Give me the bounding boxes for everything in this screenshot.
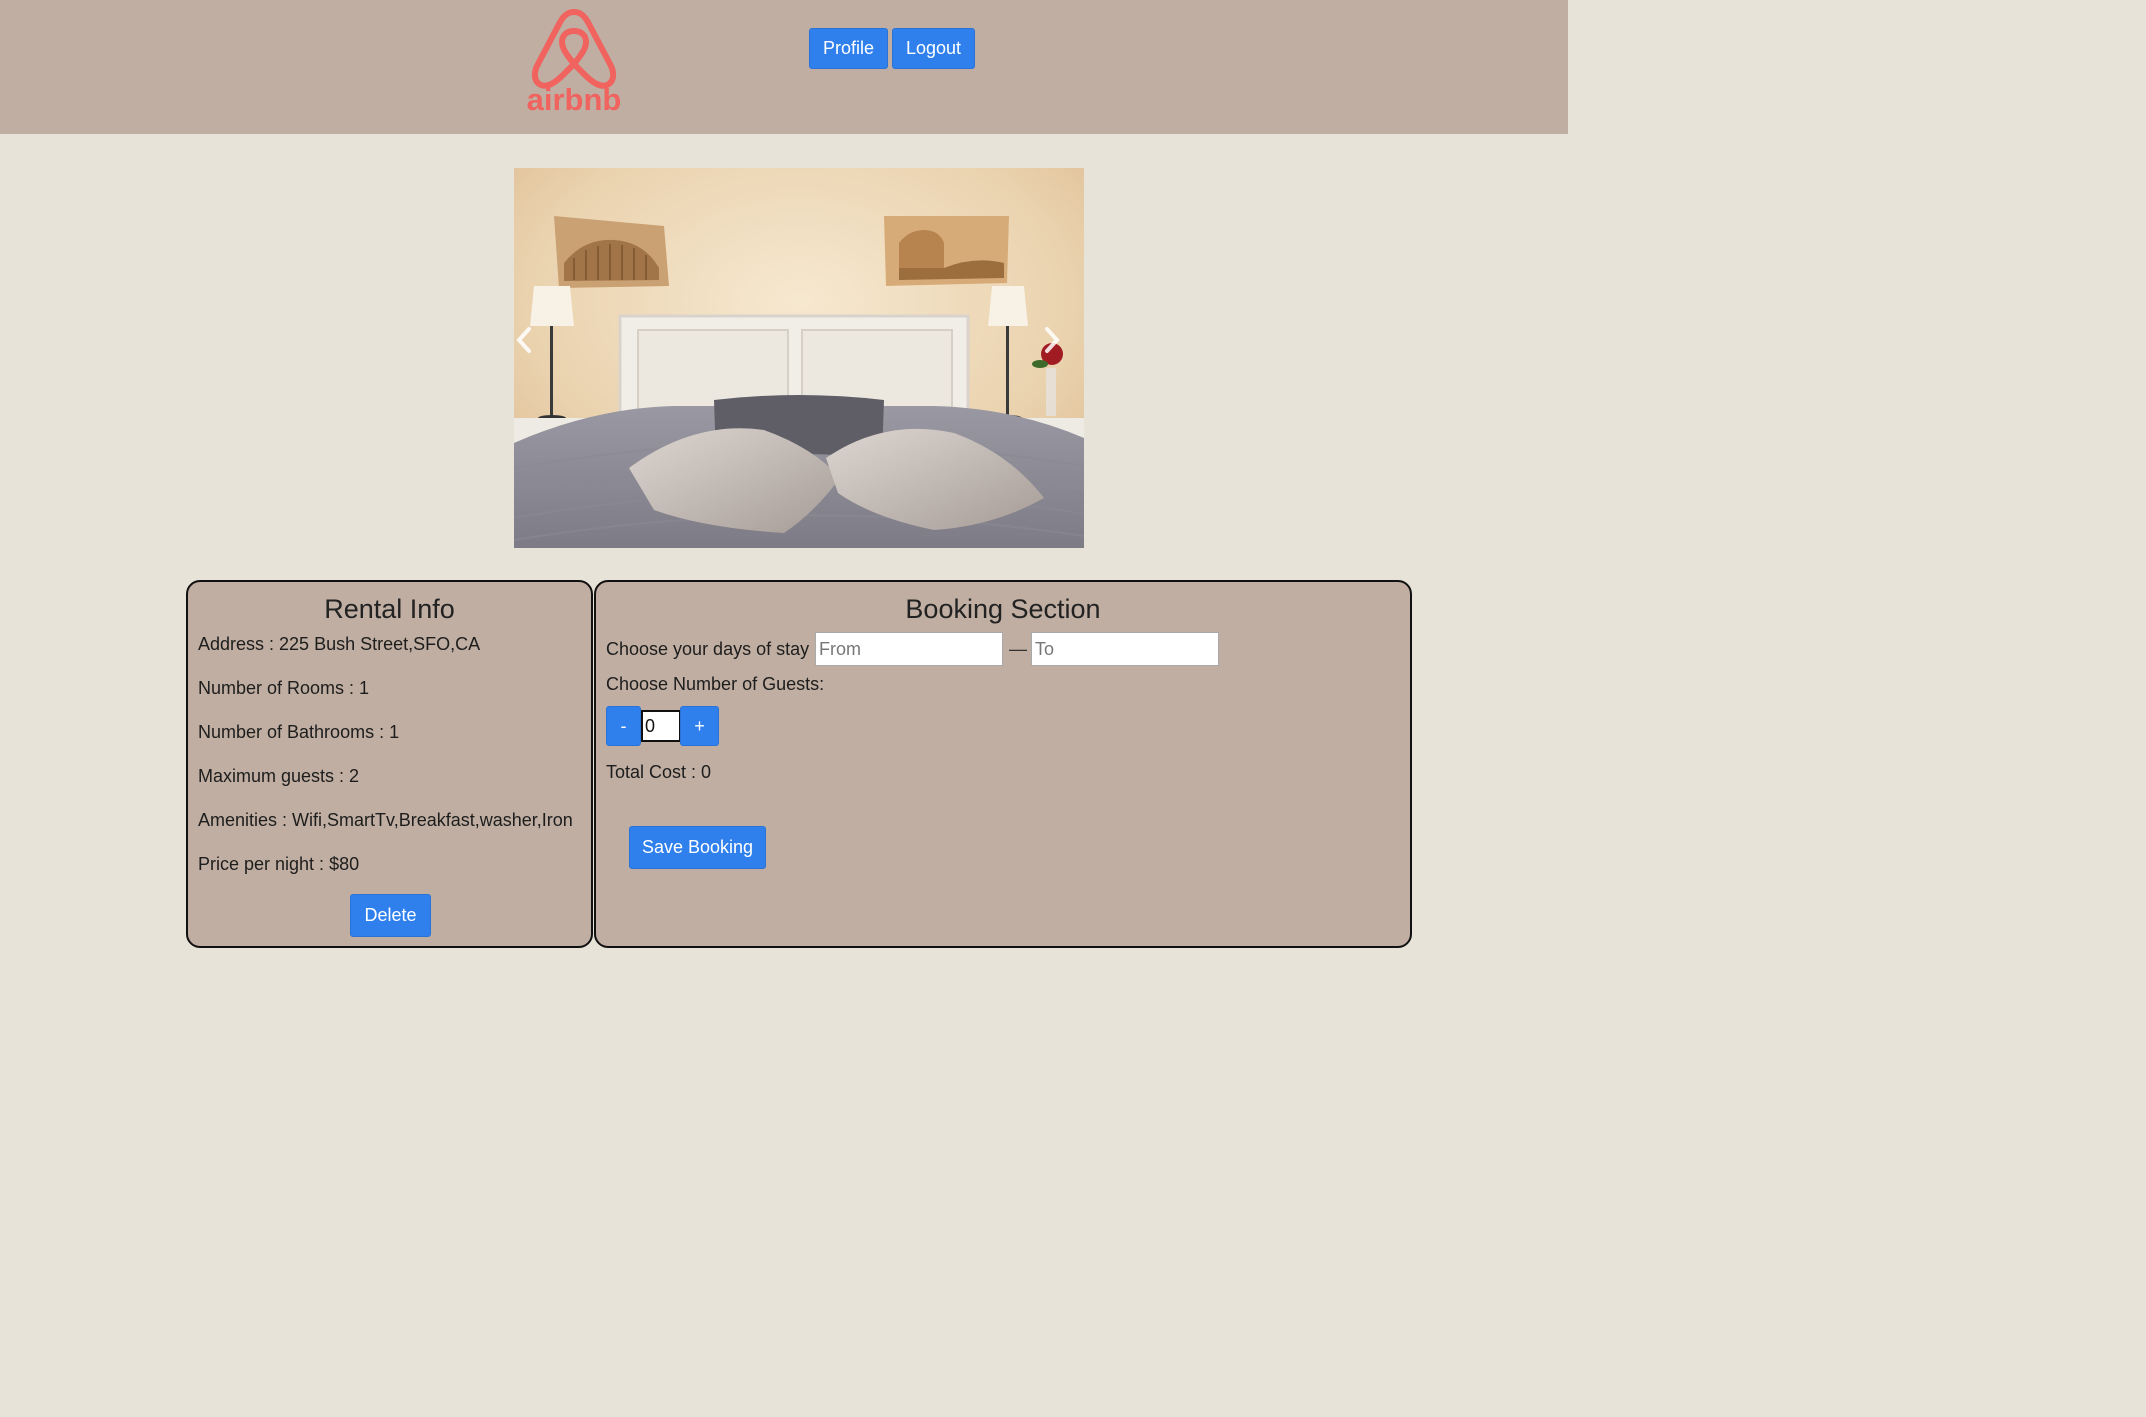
total-cost-text: Total Cost : 0 (606, 762, 712, 782)
max-guests-text: Maximum guests : 2 (198, 766, 360, 786)
profile-button[interactable]: Profile (809, 28, 888, 69)
date-range-dash: — (1009, 639, 1027, 659)
rental-info-panel: Rental Info Address : 225 Bush Street,SF… (186, 580, 593, 948)
carousel-next-button[interactable] (1042, 320, 1062, 360)
days-of-stay-label: Choose your days of stay : (606, 639, 820, 659)
airbnb-logo[interactable]: airbnb (514, 6, 634, 116)
amenities-text: Amenities : Wifi,SmartTv,Breakfast,washe… (198, 810, 573, 830)
listing-photo-carousel (514, 168, 1084, 548)
bathrooms-text: Number of Bathrooms : 1 (198, 722, 400, 742)
guests-label: Choose Number of Guests: (606, 674, 825, 694)
rooms-text: Number of Rooms : 1 (198, 678, 370, 698)
bedroom-photo (514, 168, 1084, 548)
guest-count-input[interactable] (641, 710, 681, 742)
chevron-right-icon (1045, 327, 1060, 353)
top-navbar: airbnb Profile Logout (0, 0, 1568, 134)
to-date-input[interactable] (1031, 632, 1219, 666)
save-booking-button[interactable]: Save Booking (629, 826, 766, 869)
rental-info-title: Rental Info (324, 594, 455, 624)
chevron-left-icon (516, 327, 531, 353)
address-text: Address : 225 Bush Street,SFO,CA (198, 634, 481, 654)
logout-button[interactable]: Logout (892, 28, 975, 69)
from-date-input[interactable] (815, 632, 1003, 666)
booking-section-title: Booking Section (905, 594, 1101, 624)
logo-wordmark: airbnb (527, 82, 622, 116)
booking-panel: Booking Section Choose your days of stay… (594, 580, 1412, 948)
price-text: Price per night : $80 (198, 854, 360, 874)
increment-guests-button[interactable]: + (680, 706, 719, 746)
decrement-guests-button[interactable]: - (606, 706, 641, 746)
delete-button[interactable]: Delete (350, 894, 431, 937)
carousel-prev-button[interactable] (514, 320, 534, 360)
airbnb-logo-icon: airbnb (527, 9, 622, 116)
